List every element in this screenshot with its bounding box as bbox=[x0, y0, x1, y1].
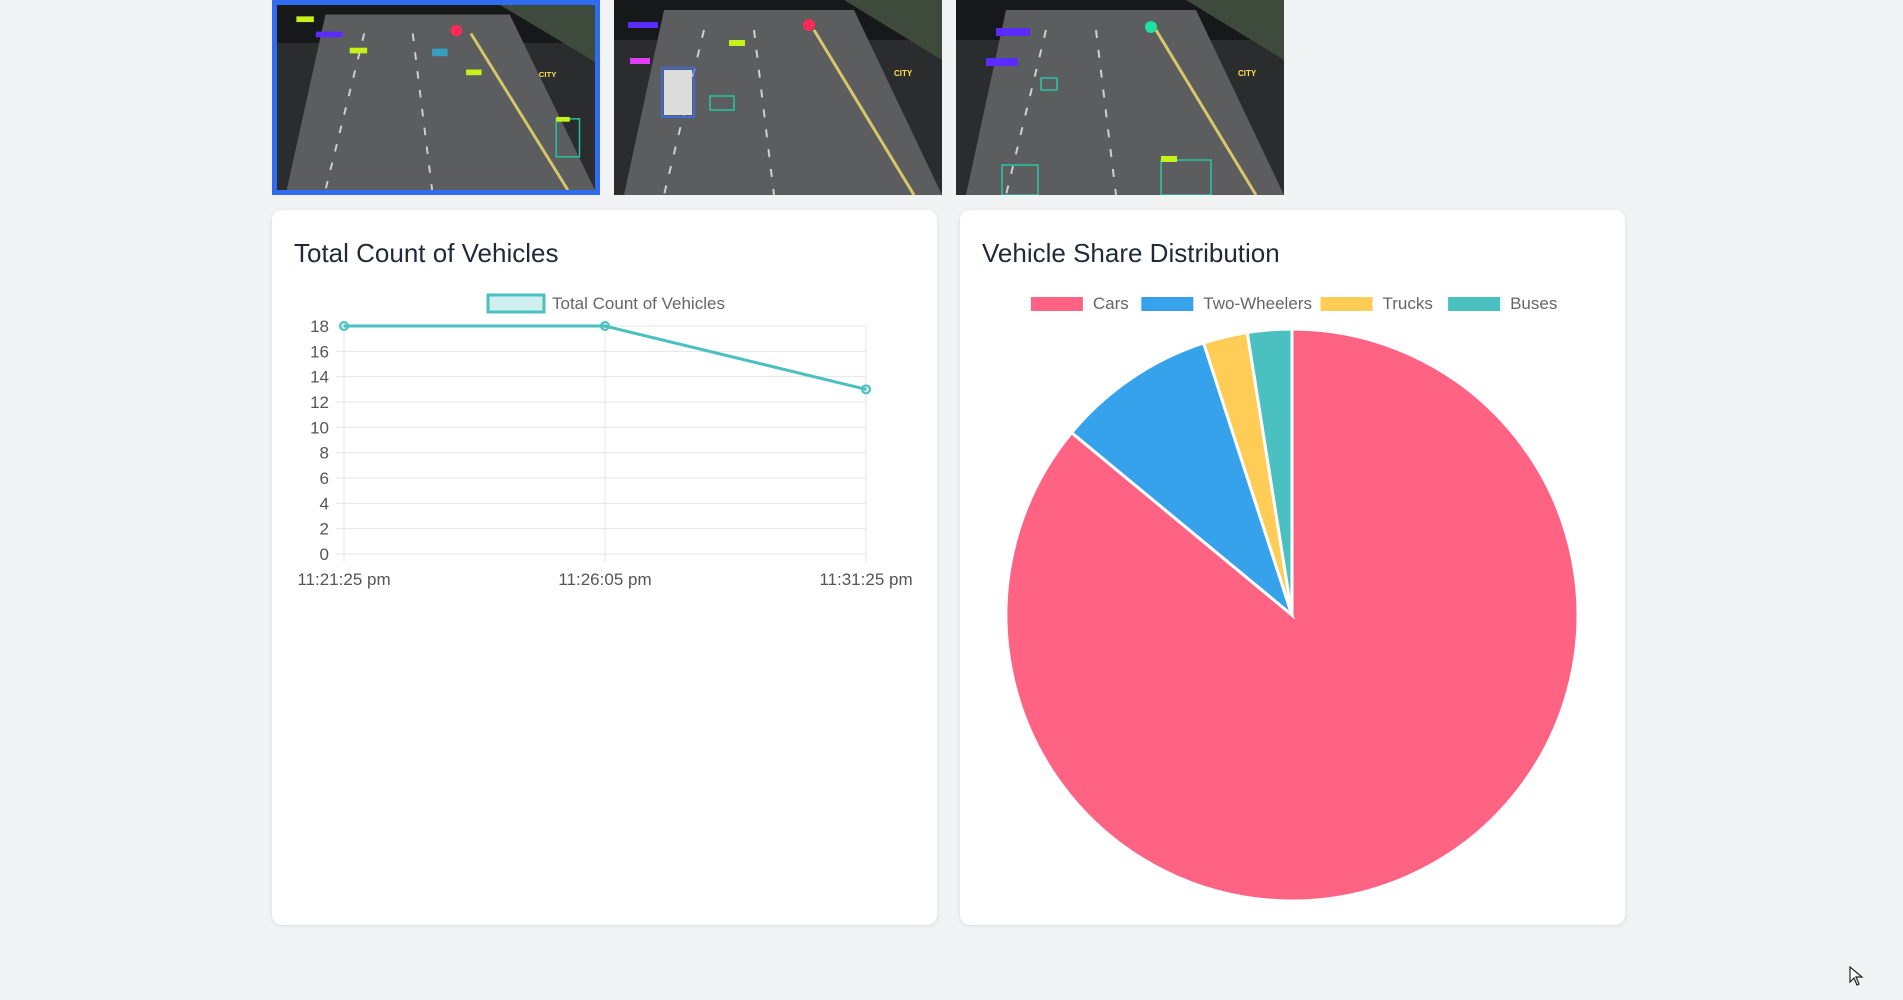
legend-swatch bbox=[1448, 297, 1501, 311]
line-legend: Total Count of Vehicles bbox=[486, 293, 725, 314]
legend-label: Buses bbox=[1510, 294, 1557, 313]
camera-feed-image: CITY bbox=[956, 0, 1284, 195]
legend-label: Trucks bbox=[1383, 294, 1433, 313]
legend-swatch bbox=[1141, 297, 1194, 311]
data-point bbox=[861, 384, 871, 395]
svg-text:CITY: CITY bbox=[894, 69, 913, 78]
y-tick-label: 16 bbox=[310, 342, 329, 361]
data-point bbox=[339, 321, 349, 331]
camera-feed-image: CITY bbox=[277, 5, 595, 190]
legend-swatch bbox=[1030, 297, 1083, 311]
legend-label: Cars bbox=[1093, 294, 1129, 313]
x-tick-label: 11:31:25 pm bbox=[819, 570, 912, 589]
y-tick-label: 0 bbox=[320, 545, 329, 564]
legend-label: Total Count of Vehicles bbox=[552, 294, 725, 313]
camera-thumbnail-1[interactable]: CITY bbox=[272, 0, 600, 195]
svg-text:CITY: CITY bbox=[1238, 69, 1257, 78]
pie-legend: Cars Two-Wheelers Trucks Buses bbox=[1030, 294, 1557, 313]
legend-swatch bbox=[486, 293, 546, 314]
traffic-signal bbox=[1145, 21, 1157, 33]
data-point bbox=[600, 321, 610, 331]
legend-label: Two-Wheelers bbox=[1203, 294, 1312, 313]
mouse-cursor-icon bbox=[1849, 966, 1864, 986]
traffic-signal bbox=[803, 19, 815, 31]
x-tick-label: 11:26:05 pm bbox=[558, 570, 651, 589]
y-tick-label: 2 bbox=[320, 520, 329, 539]
y-tick-label: 18 bbox=[310, 317, 329, 336]
line-chart: Total Count of Vehicles 0 2 4 6 8 10 12 14 16 18 11… bbox=[297, 293, 913, 589]
pie-chart: Cars Two-Wheelers Trucks Buses bbox=[1004, 294, 1580, 903]
pie-chart-card: Vehicle Share Distribution Cars Two-Wheel… bbox=[960, 210, 1625, 925]
line-chart-card: Total Count of Vehicles Total Count of V… bbox=[272, 210, 937, 925]
camera-thumbnail-3[interactable]: CITY bbox=[956, 0, 1284, 195]
y-tick-label: 12 bbox=[310, 393, 329, 412]
camera-thumbnails: CITY CITY CITY bbox=[272, 0, 1284, 195]
y-tick-label: 14 bbox=[310, 368, 329, 387]
legend-swatch bbox=[1320, 297, 1373, 311]
traffic-signal bbox=[450, 24, 463, 37]
camera-feed-image: CITY bbox=[614, 0, 942, 195]
camera-thumbnail-2[interactable]: CITY bbox=[614, 0, 942, 195]
x-tick-label: 11:21:25 pm bbox=[297, 570, 390, 589]
y-tick-label: 8 bbox=[320, 444, 329, 463]
svg-text:CITY: CITY bbox=[539, 70, 557, 79]
y-tick-label: 6 bbox=[320, 469, 329, 488]
y-tick-label: 4 bbox=[320, 494, 329, 513]
y-tick-label: 10 bbox=[310, 418, 329, 437]
